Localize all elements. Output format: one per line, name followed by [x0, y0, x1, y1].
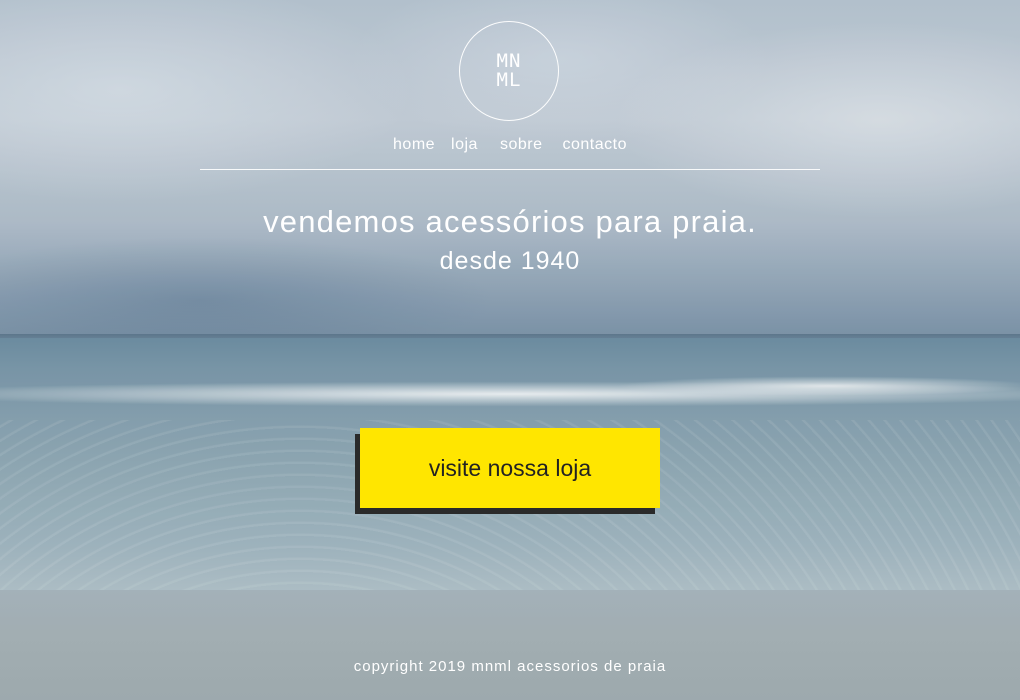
nav-link-sobre[interactable]: sobre: [492, 136, 551, 154]
footer-copyright: copyright 2019 mnml acessorios de praia: [353, 658, 667, 675]
hero-tagline: vendemos acessórios para praia.: [263, 204, 757, 239]
nav-divider: [200, 169, 820, 170]
logo[interactable]: MN ML: [459, 21, 559, 121]
nav-link-loja[interactable]: loja: [443, 136, 486, 154]
hero-since: desde 1940: [439, 247, 581, 275]
nav-link-contacto[interactable]: contacto: [554, 136, 634, 154]
nav-link-home[interactable]: home: [385, 136, 443, 154]
main-nav: home loja sobre contacto: [200, 136, 820, 154]
logo-line-2: ML: [496, 69, 522, 91]
visit-store-button[interactable]: visite nossa loja: [360, 428, 660, 508]
